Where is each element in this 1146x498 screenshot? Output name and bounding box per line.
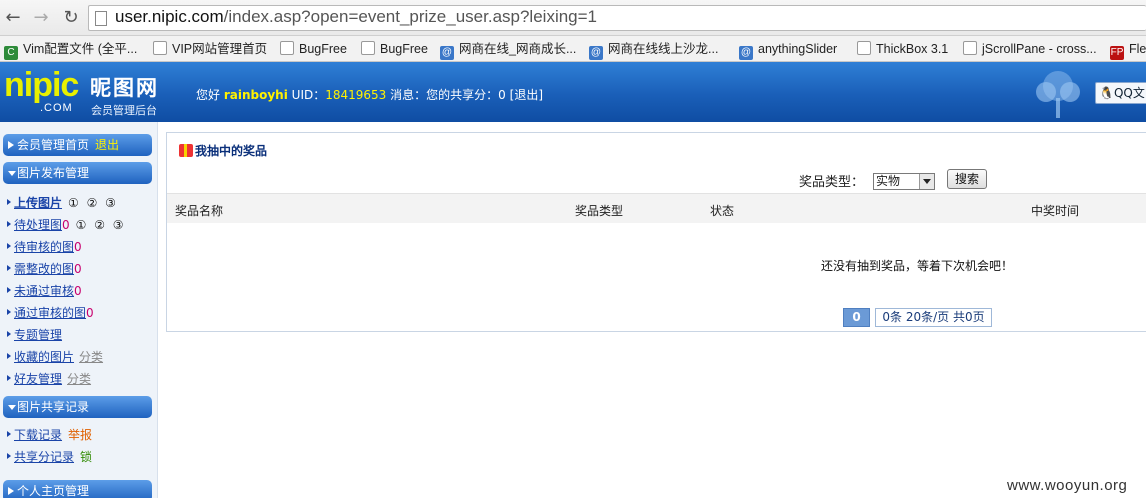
messages-link[interactable]: 消息： [390, 88, 426, 102]
bookmark-anythingslider[interactable]: @ anythingSlider [739, 40, 837, 60]
bookmark-vip-admin[interactable]: VIP网站管理首页 [153, 40, 267, 58]
at-icon: @ [589, 46, 603, 60]
favorites-category-link[interactable]: 分类 [79, 350, 103, 364]
page-icon [95, 11, 107, 26]
sidebar-item-passed[interactable]: 通过审核的图0 [7, 304, 94, 321]
page-icon [361, 41, 375, 55]
reload-icon[interactable]: ↻ [60, 7, 82, 29]
at-icon: @ [739, 46, 753, 60]
sidebar-item-topics[interactable]: 专题管理 [6, 326, 62, 343]
sidebar-item-pending-process[interactable]: 待处理图0 ① ② ③ [7, 216, 126, 233]
browser-toolbar: ← → ↻ user.nipic.com/index.asp?open=even… [0, 0, 1146, 36]
sidebar: 会员管理首页 退出 图片发布管理 上传图片 ① ② ③ 待处理图0 ① ② ③ 待审核… [0, 122, 158, 498]
tree-decoration-icon [1036, 71, 1080, 118]
prize-type-label: 奖品类型： [799, 175, 865, 190]
site-header: nipic .COM 昵图网 会员管理后台 您好 rainboyhi UID：1… [0, 62, 1146, 122]
column-status: 状态 [710, 204, 735, 218]
share-value: 0 [498, 88, 506, 102]
pagination-info: 0条 20条/页 共0页 [875, 308, 992, 327]
page-icon [963, 41, 977, 55]
search-button[interactable]: 搜索 [947, 169, 987, 189]
sidebar-item-friends[interactable]: 好友管理 分类 [6, 370, 91, 387]
fp-icon: FP [1110, 46, 1124, 60]
pagination-current-page[interactable]: 0 [843, 308, 870, 327]
sidebar-home-header[interactable]: 会员管理首页 退出 [3, 134, 152, 156]
bookmark-wangshang-2[interactable]: @ 网商在线线上沙龙... [589, 40, 718, 60]
prize-panel: 我抽中的奖品 奖品类型： 实物 搜索 奖品名称 奖品类型 状态 中奖时间 还没有… [166, 132, 1146, 332]
bookmark-jscrollpane[interactable]: jScrollPane - cross... [963, 40, 1097, 58]
page-icon [153, 41, 167, 55]
logo[interactable]: nipic [4, 66, 79, 105]
user-id: 18419653 [325, 88, 387, 102]
page-icon [280, 41, 294, 55]
logo-cn: 昵图网 [90, 75, 159, 100]
url-bar[interactable]: user.nipic.com/index.asp?open=event_priz… [88, 5, 1146, 31]
username: rainboyhi [223, 88, 288, 102]
sidebar-item-need-fix[interactable]: 需整改的图0 [7, 260, 82, 277]
page-title: 我抽中的奖品 [179, 142, 267, 159]
column-prize-name: 奖品名称 [175, 204, 224, 218]
sidebar-section-share[interactable]: 图片共享记录 [3, 396, 152, 418]
column-prize-type: 奖品类型 [575, 204, 624, 218]
friends-category-link[interactable]: 分类 [67, 372, 91, 386]
sidebar-item-downloads[interactable]: 下载记录 举报 [6, 426, 92, 443]
sidebar-section-homepage[interactable]: 个人主页管理 [3, 480, 152, 498]
sidebar-item-not-passed[interactable]: 未通过审核0 [7, 282, 82, 299]
back-icon[interactable]: ← [2, 7, 24, 29]
sidebar-item-upload[interactable]: 上传图片 ① ② ③ [7, 194, 118, 211]
vim-icon: C [4, 46, 18, 60]
bookmark-vim-config[interactable]: C Vim配置文件 (全平... [4, 40, 137, 60]
column-win-time: 中奖时间 [1031, 204, 1080, 218]
user-info: 您好 rainboyhi UID：18419653 消息：您的共享分：0 [退出… [196, 88, 544, 102]
sidebar-item-favorites[interactable]: 收藏的图片 分类 [6, 348, 103, 365]
logo-subtitle: 会员管理后台 [91, 104, 157, 117]
report-link[interactable]: 举报 [68, 428, 92, 442]
watermark: www.wooyun.org [1007, 477, 1128, 494]
empty-message: 还没有抽到奖品，等着下次机会吧！ [821, 259, 1014, 273]
chevron-down-icon [919, 174, 934, 189]
url-text[interactable]: user.nipic.com/index.asp?open=event_priz… [115, 7, 597, 27]
sidebar-exit-link[interactable]: 退出 [95, 138, 119, 152]
qq-button[interactable]: 🐧QQ文 [1095, 82, 1146, 104]
prize-type-select[interactable]: 实物 [873, 173, 935, 190]
bookmarks-bar: C Vim配置文件 (全平... VIP网站管理首页 BugFree BugFre… [0, 36, 1146, 62]
sidebar-item-pending-review[interactable]: 待审核的图0 [7, 238, 82, 255]
forward-icon[interactable]: → [30, 7, 52, 29]
bookmark-fle[interactable]: FP Fle [1110, 40, 1146, 60]
bookmark-thickbox[interactable]: ThickBox 3.1 [857, 40, 948, 58]
sidebar-section-publish[interactable]: 图片发布管理 [3, 162, 152, 184]
sidebar-item-share-records[interactable]: 共享分记录锁 [6, 448, 92, 465]
gift-icon [179, 144, 193, 157]
lock-link[interactable]: 锁 [80, 450, 92, 464]
bookmark-wangshang-1[interactable]: @ 网商在线_网商成长... [440, 40, 576, 60]
bookmark-bugfree-1[interactable]: BugFree [280, 40, 347, 58]
page-icon [857, 41, 871, 55]
logout-link[interactable]: [退出] [510, 88, 543, 102]
at-icon: @ [440, 46, 454, 60]
bookmark-bugfree-2[interactable]: BugFree [361, 40, 428, 58]
logo-com: .COM [40, 102, 73, 114]
table-header: 奖品名称 奖品类型 状态 中奖时间 [167, 193, 1146, 223]
